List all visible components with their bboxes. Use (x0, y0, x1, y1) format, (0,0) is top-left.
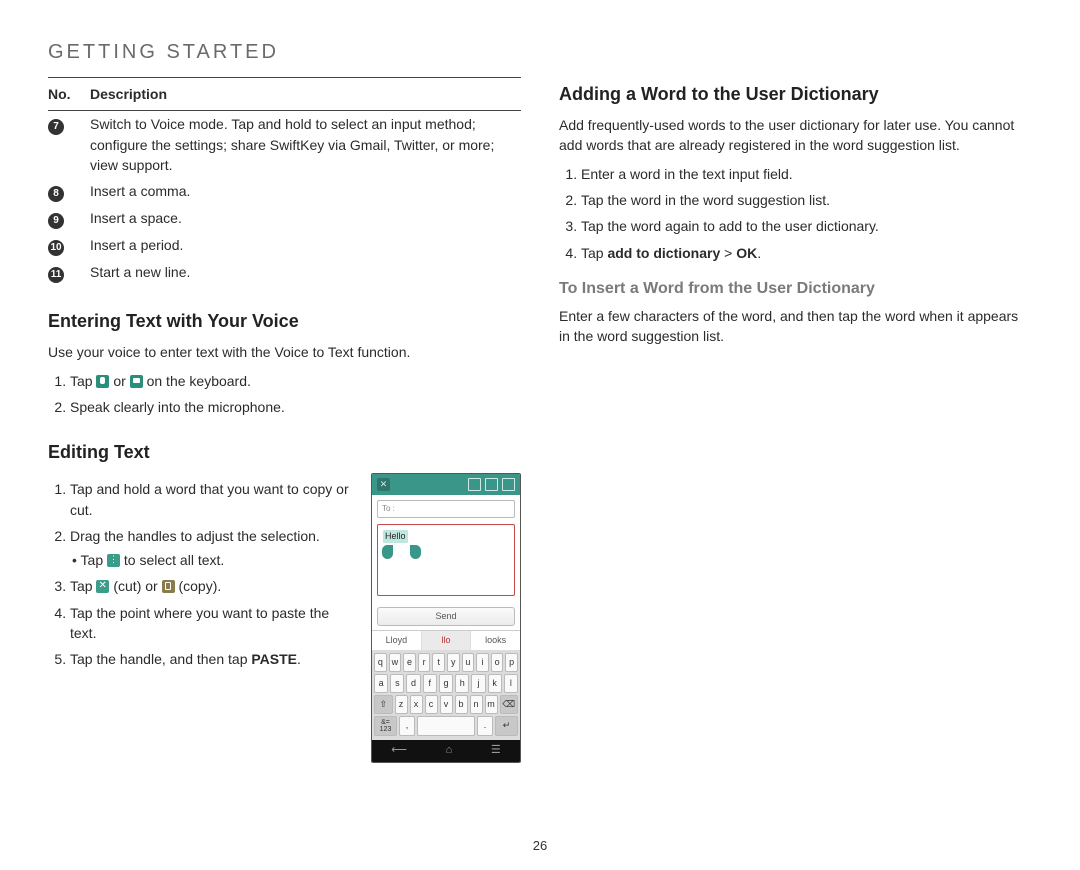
heading-entering-voice: Entering Text with Your Voice (48, 308, 521, 334)
suggestion-1: Lloyd (372, 631, 422, 650)
edit-step-5: Tap the handle, and then tap PASTE. (70, 649, 357, 669)
desc-9: Insert a space. (90, 205, 521, 232)
dict-step-3: Tap the word again to add to the user di… (581, 216, 1032, 236)
right-column: Adding a Word to the User Dictionary Add… (559, 77, 1032, 763)
voice-step-1: Tap or on the keyboard. (70, 371, 521, 391)
desc-8: Insert a comma. (90, 178, 521, 205)
desc-10: Insert a period. (90, 232, 521, 259)
table-row: 11 Start a new line. (48, 259, 521, 286)
left-column: No. Description 7 Switch to Voice mode. … (48, 77, 521, 763)
dict-step-4: Tap add to dictionary > OK. (581, 243, 1032, 263)
description-table: No. Description 7 Switch to Voice mode. … (48, 77, 521, 286)
nav-bar: ⟵ ⌂ ☰ (372, 740, 520, 762)
to-field: To : (377, 500, 515, 518)
edit-step-1: Tap and hold a word that you want to cop… (70, 479, 357, 520)
dict-step-2: Tap the word in the word suggestion list… (581, 190, 1032, 210)
suggestion-3: looks (471, 631, 520, 650)
insert-word-body: Enter a few characters of the word, and … (559, 306, 1032, 347)
edit-step-2a: Tap to select all text. (72, 550, 357, 570)
cut-toolbar-icon (485, 478, 498, 491)
table-header-desc: Description (90, 78, 521, 111)
num-badge-9: 9 (48, 213, 64, 229)
dict-step-1: Enter a word in the text input field. (581, 164, 1032, 184)
desc-7: Switch to Voice mode. Tap and hold to se… (90, 111, 521, 178)
selected-text: Hello (383, 530, 408, 543)
shift-key: ⇧ (374, 695, 393, 714)
mic-icon (96, 375, 109, 388)
select-all-icon (107, 554, 120, 567)
voice-steps: Tap or on the keyboard. Speak clearly in… (48, 371, 521, 418)
comma-key: , (399, 716, 415, 736)
num-badge-11: 11 (48, 267, 64, 283)
dict-intro: Add frequently-used words to the user di… (559, 115, 1032, 156)
home-nav-icon: ⌂ (446, 743, 453, 759)
back-nav-icon: ⟵ (391, 743, 407, 759)
table-row: 7 Switch to Voice mode. Tap and hold to … (48, 111, 521, 178)
voice-step-2: Speak clearly into the microphone. (70, 397, 521, 417)
editing-steps: Tap and hold a word that you want to cop… (48, 479, 357, 669)
selectall-toolbar-icon (468, 478, 481, 491)
table-row: 8 Insert a comma. (48, 178, 521, 205)
heading-add-word: Adding a Word to the User Dictionary (559, 81, 1032, 107)
voice-intro: Use your voice to enter text with the Vo… (48, 342, 521, 362)
recent-nav-icon: ☰ (491, 743, 501, 759)
keyboard: qwertyuiop asdfghjkl ⇧ zxcvbnm ⌫ &= 123 (372, 650, 520, 740)
edit-step-4: Tap the point where you want to paste th… (70, 603, 357, 644)
copy-toolbar-icon (502, 478, 515, 491)
suggestion-2: llo (422, 631, 472, 650)
num-badge-7: 7 (48, 119, 64, 135)
copy-icon (162, 580, 175, 593)
num-badge-8: 8 (48, 186, 64, 202)
selection-handle-right (410, 545, 421, 559)
message-body: Hello (377, 524, 515, 596)
enter-key: ↵ (495, 716, 518, 736)
phone-screenshot: ✕ To : Hello (371, 473, 521, 763)
suggestion-bar: Lloyd llo looks (372, 630, 520, 650)
section-title: GETTING STARTED (48, 38, 1032, 67)
cut-icon (96, 580, 109, 593)
heading-insert-word: To Insert a Word from the User Dictionar… (559, 277, 1032, 300)
desc-11: Start a new line. (90, 259, 521, 286)
dict-steps: Enter a word in the text input field. Ta… (559, 164, 1032, 263)
page-number: 26 (0, 837, 1080, 856)
close-icon: ✕ (377, 478, 390, 491)
edit-step-2: Drag the handles to adjust the selection… (70, 526, 357, 571)
heading-editing-text: Editing Text (48, 439, 521, 465)
table-header-no: No. (48, 78, 90, 111)
voice-bubble-icon (130, 375, 143, 388)
send-button: Send (377, 607, 515, 626)
period-key: . (477, 716, 493, 736)
space-key (417, 716, 475, 736)
selection-handle-left (382, 545, 393, 559)
edit-step-3: Tap (cut) or (copy). (70, 576, 357, 596)
table-row: 10 Insert a period. (48, 232, 521, 259)
backspace-key: ⌫ (500, 695, 519, 714)
num-badge-10: 10 (48, 240, 64, 256)
table-row: 9 Insert a space. (48, 205, 521, 232)
num-key: &= 123 (374, 716, 397, 736)
phone-topbar: ✕ (372, 474, 520, 495)
